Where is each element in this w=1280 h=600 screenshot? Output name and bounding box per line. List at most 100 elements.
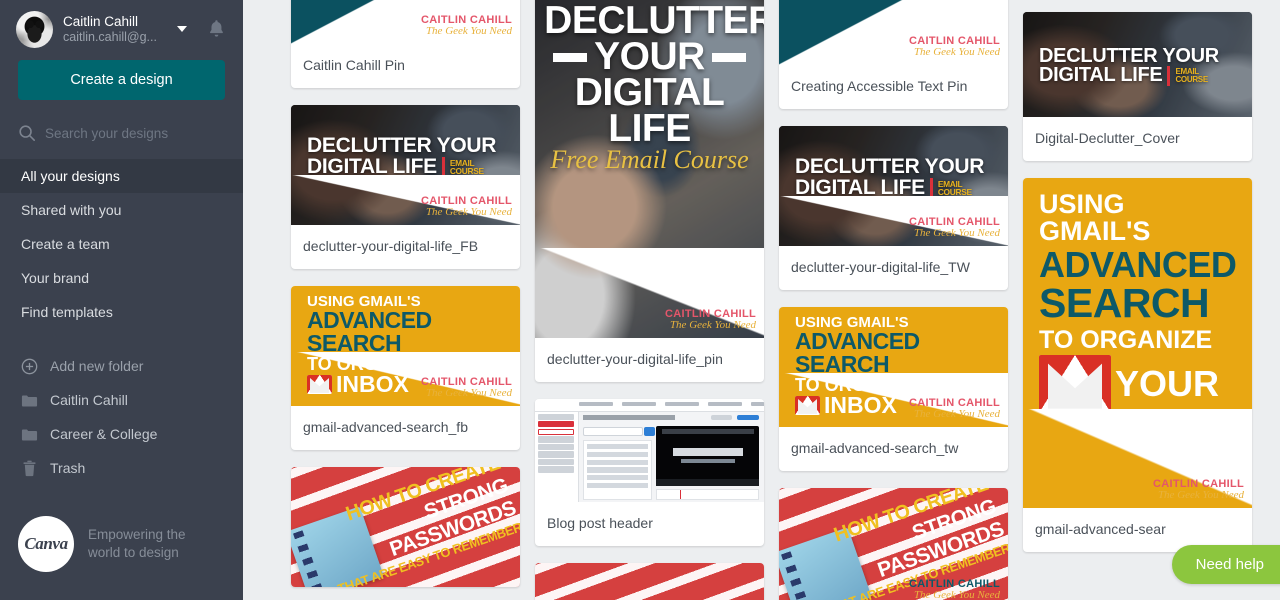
mock-video-caption [661, 429, 755, 435]
folder-icon [20, 391, 39, 410]
trash-icon [20, 459, 39, 478]
sidebar-folder-trash[interactable]: Trash [0, 451, 243, 485]
designs-column-1: CAITLIN CAHILL The Geek You Need Caitlin… [291, 0, 520, 600]
design-card[interactable]: HOW TO CREATE STRONG PASSWORDS THAT ARE … [291, 467, 520, 587]
sidebar-item-create-a-team[interactable]: Create a team [0, 227, 243, 261]
gmail-line-2a: ADVANCED [1039, 244, 1237, 286]
email-course-badge: EMAIL COURSE [450, 159, 484, 175]
brand-signature: CAITLIN CAHILL The Geek You Need [909, 216, 1000, 240]
sidebar-item-label: Your brand [21, 270, 89, 286]
account-name: Caitlin Cahill [63, 14, 139, 30]
email-course-line-2: COURSE [1175, 75, 1208, 85]
design-card[interactable]: DECLUTTER YOUR DIGITAL LIFE EMAIL COURSE [291, 105, 520, 269]
sidebar-item-find-templates[interactable]: Find templates [0, 295, 243, 329]
mock-secondary-button [711, 415, 732, 421]
mock-video-title [672, 448, 743, 456]
signature-tagline: The Geek You Need [425, 206, 512, 219]
design-card[interactable]: USING GMAIL'S ADVANCED SEARCH TO ORGANIZ… [291, 286, 520, 450]
design-card[interactable] [535, 563, 764, 600]
pin-line-2-row: YOUR [544, 37, 755, 76]
sidebar-nav: All your designs Shared with you Create … [0, 159, 259, 329]
mock-primary-button [736, 415, 760, 421]
design-title: Creating Accessible Text Pin [791, 78, 968, 94]
design-card[interactable]: HOW TO CREATE STRONG PASSWORDS THAT ARE … [779, 488, 1008, 600]
design-thumbnail: HOW TO CREATE STRONG PASSWORDS THAT ARE … [291, 467, 520, 587]
mock-sidebar-row [538, 458, 575, 466]
sidebar-item-label: All your designs [21, 168, 120, 184]
design-card[interactable]: DECLUTTER YOUR DIGITAL LIFE EMAIL COURSE [1023, 12, 1252, 161]
gmail-line-1: USING GMAIL'S [1039, 189, 1151, 247]
folder-icon [20, 425, 39, 444]
design-card[interactable]: DECLUTTER YOUR DIGITAL LIFE Free Email C… [535, 0, 764, 382]
account-row[interactable]: Caitlin Cahill caitlin.cahill@g... [0, 0, 243, 52]
mock-sidebar-row [538, 451, 575, 458]
account-text: Caitlin Cahill caitlin.cahill@g... [63, 14, 171, 44]
avatar[interactable] [16, 10, 53, 48]
mock-tab [621, 402, 656, 407]
headline: DECLUTTER YOUR DIGITAL LIFE EMAIL COURSE [795, 155, 997, 199]
sidebar-item-your-brand[interactable]: Your brand [0, 261, 243, 295]
sidebar-folder-career-and-college[interactable]: Career & College [0, 417, 243, 451]
search-row[interactable] [0, 114, 243, 152]
sidebar-item-shared-with-you[interactable]: Shared with you [0, 193, 243, 227]
design-card[interactable]: DECLUTTER YOUR DIGITAL LIFE EMAIL COURSE [779, 126, 1008, 290]
design-card[interactable]: CAITLIN CAHILL The Geek You Need Creatin… [779, 0, 1008, 109]
sidebar: Caitlin Cahill caitlin.cahill@g... Creat… [0, 0, 259, 600]
design-card[interactable]: CAITLIN CAHILL The Geek You Need Caitlin… [291, 0, 520, 88]
notification-bell-button[interactable] [203, 16, 229, 42]
account-email: caitlin.cahill@g... [63, 29, 157, 44]
sidebar-folder-caitlin-cahill[interactable]: Caitlin Cahill [0, 383, 243, 417]
design-title: declutter-your-digital-life_pin [547, 351, 723, 367]
folder-label: Add new folder [50, 358, 144, 374]
mock-video-subtitle [681, 459, 735, 464]
brand-signature: CAITLIN CAHILL The Geek You Need [909, 397, 1000, 421]
designs-grid: CAITLIN CAHILL The Geek You Need Caitlin… [243, 0, 1280, 600]
signature-tagline: The Geek You Need [913, 589, 1000, 600]
sidebar-folders: Add new folder Caitlin Cahill Career & C… [0, 349, 243, 485]
red-divider [1167, 66, 1171, 86]
mock-input [583, 426, 643, 437]
mock-tab [707, 402, 742, 407]
design-card[interactable]: USING GMAIL'S ADVANCED SEARCH TO ORGANIZ… [779, 307, 1008, 471]
headline: DECLUTTER YOUR DIGITAL LIFE EMAIL COURSE [1039, 46, 1241, 86]
design-title: declutter-your-digital-life_FB [303, 238, 479, 254]
signature-tagline: The Geek You Need [913, 227, 1000, 240]
canva-designs-page: Caitlin Cahill caitlin.cahill@g... Creat… [0, 0, 1280, 600]
tagline-line-2: world to design [88, 545, 179, 560]
design-card[interactable]: USING GMAIL'S ADVANCED SEARCH TO ORGANIZ… [1023, 178, 1252, 552]
mock-list-item [586, 475, 649, 481]
signature-tagline: The Geek You Need [425, 25, 512, 38]
need-help-button[interactable]: Need help [1171, 545, 1280, 584]
mock-sidebar-row [538, 428, 575, 435]
add-new-folder-button[interactable]: Add new folder [0, 349, 243, 383]
mock-tab [750, 402, 764, 407]
gmail-line-2: ADVANCED SEARCH [307, 307, 432, 357]
gmail-line-4: YOUR [1115, 363, 1220, 405]
headline: DECLUTTER YOUR DIGITAL LIFE EMAIL COURSE [307, 135, 509, 178]
design-thumbnail: CAITLIN CAHILL The Geek You Need [291, 0, 520, 44]
design-thumbnail: DECLUTTER YOUR DIGITAL LIFE EMAIL COURSE [779, 126, 1008, 246]
gmail-line-3: TO ORGANIZE [1039, 326, 1213, 355]
signature-tagline: The Geek You Need [913, 46, 1000, 59]
headline: USING GMAIL'S ADVANCED SEARCH TO ORGANIZ… [1039, 191, 1238, 443]
signature-tagline: The Geek You Need [1157, 489, 1244, 502]
design-thumbnail: DECLUTTER YOUR DIGITAL LIFE Free Email C… [535, 0, 764, 338]
design-card[interactable]: Blog post header [535, 399, 764, 546]
create-a-design-button[interactable]: Create a design [18, 60, 225, 100]
tagline-line-1: Empowering the [88, 526, 186, 542]
sidebar-item-label: Create a team [21, 236, 110, 252]
dash-right [711, 52, 746, 62]
sidebar-item-all-your-designs[interactable]: All your designs [0, 159, 259, 193]
design-title: declutter-your-digital-life_TW [791, 259, 970, 275]
headline-line-1: DECLUTTER YOUR [795, 155, 985, 179]
signature-tagline: The Geek You Need [669, 319, 756, 332]
brand-signature: CAITLIN CAHILL The Geek You Need [665, 308, 756, 332]
signature-tagline: The Geek You Need [913, 408, 1000, 421]
plus-circle-icon [20, 357, 39, 376]
folder-label: Caitlin Cahill [50, 392, 128, 408]
search-input[interactable] [45, 125, 215, 141]
account-menu-button[interactable] [173, 20, 191, 38]
mock-sidebar-row [538, 443, 575, 451]
notification-bell-icon [209, 20, 223, 37]
design-thumbnail [535, 563, 764, 600]
